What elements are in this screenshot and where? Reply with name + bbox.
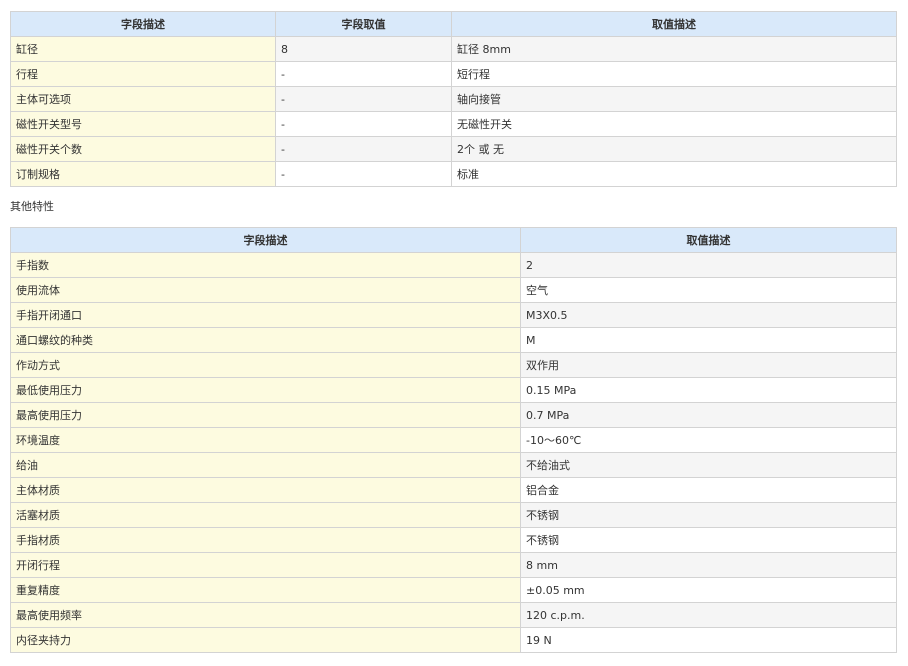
- row-value-desc: 缸径 8mm: [451, 36, 897, 62]
- table-row: 磁性开关个数 - 2个 或 无: [10, 136, 897, 162]
- row-value-desc: 无磁性开关: [451, 111, 897, 137]
- row-value-desc: 0.15 MPa: [520, 377, 897, 403]
- row-label: 缸径: [10, 36, 276, 62]
- row-value-desc: M: [520, 327, 897, 353]
- table-row: 使用流体 空气: [10, 277, 897, 303]
- table-header-row: 字段描述 取值描述: [10, 227, 897, 253]
- row-label: 内径夹持力: [10, 627, 521, 653]
- table-row: 行程 - 短行程: [10, 61, 897, 87]
- row-value-desc: 8 mm: [520, 552, 897, 578]
- row-value-desc: 铝合金: [520, 477, 897, 503]
- row-value-desc: 2个 或 无: [451, 136, 897, 162]
- spec-table-main: 字段描述 字段取值 取值描述 缸径 8 缸径 8mm 行程 - 短行程 主体可选…: [10, 11, 897, 187]
- row-label: 活塞材质: [10, 502, 521, 528]
- row-label: 使用流体: [10, 277, 521, 303]
- header-field-desc: 字段描述: [10, 227, 521, 253]
- row-label: 通口螺纹的种类: [10, 327, 521, 353]
- row-value-desc: ±0.05 mm: [520, 577, 897, 603]
- row-value-desc: 120 c.p.m.: [520, 602, 897, 628]
- row-value-desc: 不锈钢: [520, 502, 897, 528]
- row-label: 行程: [10, 61, 276, 87]
- table-row: 内径夹持力 19 N: [10, 627, 897, 653]
- row-label: 主体可选项: [10, 86, 276, 112]
- row-value: -: [275, 86, 452, 112]
- row-value: -: [275, 136, 452, 162]
- row-label: 最低使用压力: [10, 377, 521, 403]
- row-value-desc: 19 N: [520, 627, 897, 653]
- row-label: 磁性开关型号: [10, 111, 276, 137]
- row-value: -: [275, 161, 452, 187]
- table-row: 开闭行程 8 mm: [10, 552, 897, 578]
- row-label: 给油: [10, 452, 521, 478]
- header-field-desc: 字段描述: [10, 11, 276, 37]
- row-label: 开闭行程: [10, 552, 521, 578]
- row-value-desc: 0.7 MPa: [520, 402, 897, 428]
- row-label: 订制规格: [10, 161, 276, 187]
- table-row: 手指开闭通口 M3X0.5: [10, 302, 897, 328]
- table-row: 给油 不给油式: [10, 452, 897, 478]
- table-row: 主体可选项 - 轴向接管: [10, 86, 897, 112]
- table-row: 缸径 8 缸径 8mm: [10, 36, 897, 62]
- table-header-row: 字段描述 字段取值 取值描述: [10, 11, 897, 37]
- table-row: 环境温度 -10～60℃: [10, 427, 897, 453]
- row-label: 磁性开关个数: [10, 136, 276, 162]
- row-value: -: [275, 61, 452, 87]
- spec-document: 字段描述 字段取值 取值描述 缸径 8 缸径 8mm 行程 - 短行程 主体可选…: [10, 11, 897, 653]
- section-title: 其他特性: [10, 200, 54, 213]
- row-value-desc: -10～60℃: [520, 427, 897, 453]
- row-label: 手指数: [10, 252, 521, 278]
- row-value-desc: 不锈钢: [520, 527, 897, 553]
- table-row: 磁性开关型号 - 无磁性开关: [10, 111, 897, 137]
- row-value-desc: 标准: [451, 161, 897, 187]
- row-label: 主体材质: [10, 477, 521, 503]
- table-row: 作动方式 双作用: [10, 352, 897, 378]
- header-value-desc: 取值描述: [451, 11, 897, 37]
- row-value-desc: 2: [520, 252, 897, 278]
- row-value-desc: 空气: [520, 277, 897, 303]
- row-label: 重复精度: [10, 577, 521, 603]
- row-label: 最高使用压力: [10, 402, 521, 428]
- table-row: 通口螺纹的种类 M: [10, 327, 897, 353]
- row-value-desc: 轴向接管: [451, 86, 897, 112]
- row-label: 环境温度: [10, 427, 521, 453]
- table-row: 最低使用压力 0.15 MPa: [10, 377, 897, 403]
- table-row: 最高使用频率 120 c.p.m.: [10, 602, 897, 628]
- table-row: 最高使用压力 0.7 MPa: [10, 402, 897, 428]
- row-value-desc: 双作用: [520, 352, 897, 378]
- table-row: 重复精度 ±0.05 mm: [10, 577, 897, 603]
- table-row: 手指材质 不锈钢: [10, 527, 897, 553]
- row-value-desc: 不给油式: [520, 452, 897, 478]
- header-field-value: 字段取值: [275, 11, 452, 37]
- row-value-desc: 短行程: [451, 61, 897, 87]
- row-value: -: [275, 111, 452, 137]
- spec-table-other: 字段描述 取值描述 手指数 2 使用流体 空气 手指开闭通口 M3X0.5 通口…: [10, 227, 897, 653]
- table-row: 活塞材质 不锈钢: [10, 502, 897, 528]
- table-row: 手指数 2: [10, 252, 897, 278]
- row-label: 手指材质: [10, 527, 521, 553]
- row-value: 8: [275, 36, 452, 62]
- header-value-desc: 取值描述: [520, 227, 897, 253]
- row-label: 手指开闭通口: [10, 302, 521, 328]
- row-value-desc: M3X0.5: [520, 302, 897, 328]
- table-row: 主体材质 铝合金: [10, 477, 897, 503]
- row-label: 作动方式: [10, 352, 521, 378]
- table-row: 订制规格 - 标准: [10, 161, 897, 187]
- row-label: 最高使用频率: [10, 602, 521, 628]
